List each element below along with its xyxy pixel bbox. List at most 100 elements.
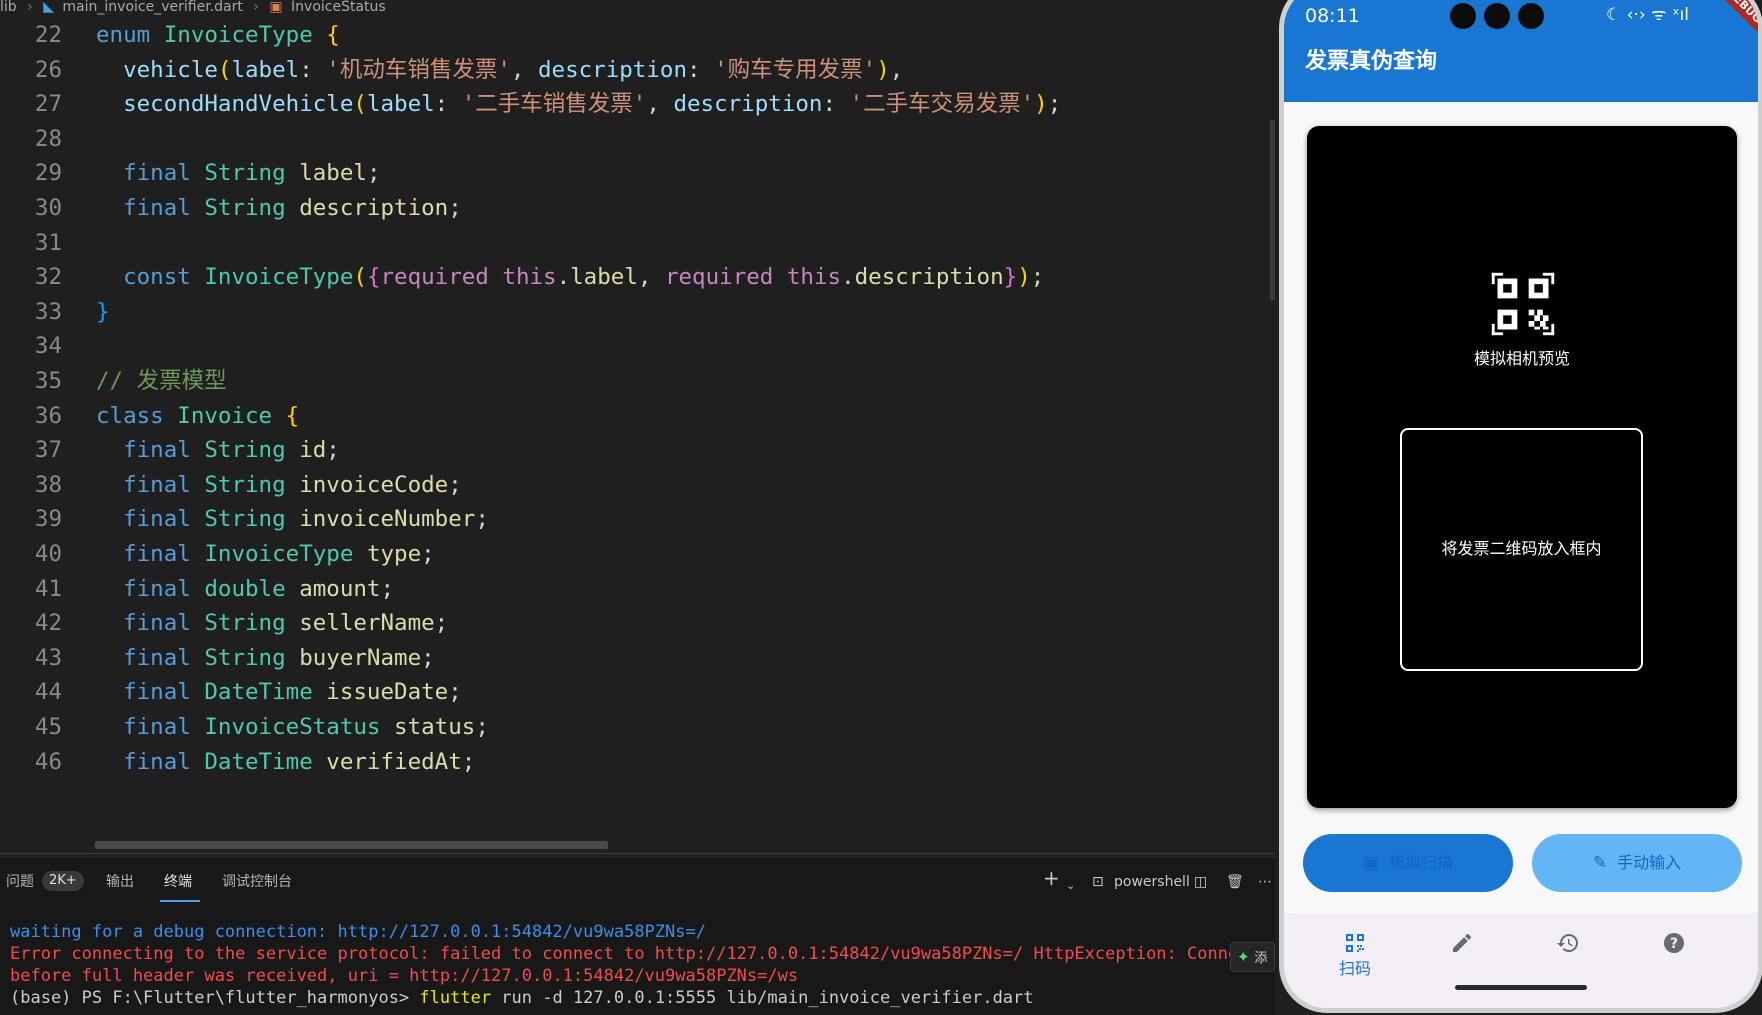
camera-icon: ▣: [1362, 853, 1380, 873]
code-line[interactable]: 31: [0, 224, 1275, 262]
breadcrumb: lib › ◣ main_invoice_verifier.dart › ▣ I…: [0, 0, 1275, 16]
tab-output[interactable]: 输出: [106, 873, 134, 891]
code-text: final String description;: [123, 195, 462, 221]
code-line[interactable]: 27 secondHandVehicle(label: '二手车销售发票', d…: [0, 85, 1275, 123]
history-icon: [1557, 934, 1578, 952]
terminal-prompt-line: (base) PS F:\Flutter\flutter_harmonyos> …: [10, 987, 1275, 1009]
screen: lib › ◣ main_invoice_verifier.dart › ▣ I…: [0, 0, 1762, 1015]
prompt-args: run -d 127.0.0.1:5555 lib/main_invoice_v…: [491, 988, 1034, 1008]
line-number: 42: [34, 610, 62, 637]
tab-problems[interactable]: 问题: [6, 873, 34, 891]
camera-cutout: [1484, 3, 1510, 29]
terminal-icon: ⊡: [1092, 874, 1104, 890]
app-bar: 08:11 ☾ ‹·› ᯤ ˣıl DEBUG 发票真伪查询: [1284, 0, 1758, 102]
home-indicator[interactable]: [1455, 985, 1587, 990]
code-line[interactable]: 30 final String description;: [0, 189, 1275, 227]
app-title: 发票真伪查询: [1305, 49, 1438, 74]
code-line[interactable]: 39 final String invoiceNumber;: [0, 500, 1275, 538]
code-line[interactable]: 29 final String label;: [0, 154, 1275, 192]
split-terminal-icon[interactable]: ◫: [1194, 873, 1207, 891]
code-line[interactable]: 36 class Invoice {: [0, 397, 1275, 435]
line-number: 37: [34, 437, 62, 464]
line-number: 22: [34, 22, 62, 48]
code-line[interactable]: 42 final String sellerName;: [0, 604, 1275, 642]
code-text: final double amount;: [123, 575, 395, 602]
line-number: 36: [34, 402, 62, 429]
prompt-prefix: (base) PS F:\Flutter\flutter_harmonyos>: [10, 988, 420, 1008]
code-line[interactable]: 34: [0, 327, 1275, 365]
line-number: 38: [34, 471, 62, 498]
panel-tabs: 问题 2K+ 输出 终端 调试控制台 + ⌄ ⊡ powershell ◫ 🗑 …: [0, 857, 1275, 909]
code-line[interactable]: 32 const InvoiceType({required this.labe…: [0, 258, 1275, 296]
trash-icon[interactable]: 🗑: [1226, 873, 1244, 891]
terminal-line: before full header was received, uri = h…: [10, 966, 799, 986]
phone-frame: 08:11 ☾ ‹·› ᯤ ˣıl DEBUG 发票真伪查询 模拟相机预览 将发…: [1279, 0, 1762, 1013]
code-text: }: [96, 298, 110, 325]
qr-code-icon: [1491, 272, 1555, 336]
code-line[interactable]: 45 final InvoiceStatus status;: [0, 708, 1275, 746]
prompt-command: flutter: [419, 988, 492, 1008]
chevron-down-icon[interactable]: ⌄: [1066, 877, 1075, 895]
horizontal-scrollbar[interactable]: [95, 841, 608, 849]
code-line[interactable]: 43 final String buyerName;: [0, 639, 1275, 677]
line-number: 27: [34, 91, 62, 118]
code-line[interactable]: 35 // 发票模型: [0, 362, 1275, 400]
code-line[interactable]: 28: [0, 120, 1275, 158]
edit-icon: [1453, 933, 1471, 952]
debug-banner: DEBUG: [1695, 0, 1758, 55]
code-text: vehicle(label: '机动车销售发票', description: '…: [123, 56, 904, 83]
new-terminal-button[interactable]: +: [1043, 868, 1060, 888]
code-editor[interactable]: lib › ◣ main_invoice_verifier.dart › ▣ I…: [0, 0, 1275, 856]
simulate-scan-button[interactable]: ▣ 模拟扫描: [1303, 834, 1513, 892]
code-text: final InvoiceType type;: [123, 541, 435, 567]
code-line[interactable]: 40 final InvoiceType type;: [0, 535, 1275, 573]
problems-count-badge: 2K+: [42, 871, 84, 891]
code-text: enum InvoiceType {: [96, 22, 340, 48]
code-text: final String label;: [123, 160, 381, 187]
code-line[interactable]: 33}: [0, 293, 1275, 331]
divider: [0, 853, 1275, 854]
code-line[interactable]: 37 final String id;: [0, 431, 1275, 469]
manual-input-label: 手动输入: [1617, 853, 1682, 872]
simulate-scan-label: 模拟扫描: [1389, 853, 1454, 872]
code-text: final DateTime verifiedAt;: [123, 748, 476, 775]
line-number: 44: [34, 679, 62, 706]
camera-preview-label: 模拟相机预览: [1473, 349, 1570, 368]
bottom-navigation: 扫码 ?: [1284, 913, 1758, 1008]
breadcrumb-file[interactable]: main_invoice_verifier.dart: [62, 0, 242, 14]
more-icon[interactable]: ⋯: [1258, 873, 1272, 891]
code-line[interactable]: 38 final String invoiceCode;: [0, 466, 1275, 504]
camera-cutout: [1518, 3, 1544, 29]
code-text: const InvoiceType({required this.label, …: [123, 264, 1045, 291]
chevron-right-icon: ›: [27, 0, 33, 15]
line-number: 31: [34, 229, 62, 256]
manual-input-button[interactable]: ✎ 手动输入: [1532, 834, 1742, 892]
line-number: 45: [34, 714, 62, 740]
line-number: 28: [34, 125, 62, 152]
code-line[interactable]: 26 vehicle(label: '机动车销售发票', description…: [0, 51, 1275, 89]
code-text: final DateTime issueDate;: [123, 679, 462, 706]
code-line[interactable]: 41 final double amount;: [0, 570, 1275, 608]
enum-icon: ▣: [269, 0, 283, 15]
qr-scan-icon: [1346, 934, 1364, 952]
chevron-right-icon: ›: [253, 0, 259, 15]
line-number: 30: [34, 195, 62, 221]
shell-name[interactable]: powershell: [1114, 873, 1190, 891]
breadcrumb-root[interactable]: lib: [0, 0, 17, 14]
tab-debug-console[interactable]: 调试控制台: [222, 873, 292, 891]
line-number: 34: [34, 333, 62, 360]
code-text: final String invoiceNumber;: [123, 506, 489, 533]
tab-terminal[interactable]: 终端: [164, 873, 192, 891]
code-text: // 发票模型: [96, 368, 227, 394]
code-line[interactable]: 46 final DateTime verifiedAt;: [0, 743, 1275, 781]
code-line[interactable]: 22 enum InvoiceType {: [0, 16, 1275, 54]
sparkle-icon: ✦: [1237, 948, 1250, 966]
breadcrumb-symbol[interactable]: InvoiceStatus: [291, 0, 386, 14]
chat-chip[interactable]: ✦ 添: [1230, 942, 1275, 972]
code-line[interactable]: 44 final DateTime issueDate;: [0, 673, 1275, 711]
code-text: final String sellerName;: [123, 610, 449, 637]
code-text: final InvoiceStatus status;: [123, 714, 489, 740]
dart-file-icon: ◣: [43, 0, 54, 15]
pencil-icon: ✎: [1592, 853, 1608, 873]
line-number: 41: [34, 575, 62, 602]
